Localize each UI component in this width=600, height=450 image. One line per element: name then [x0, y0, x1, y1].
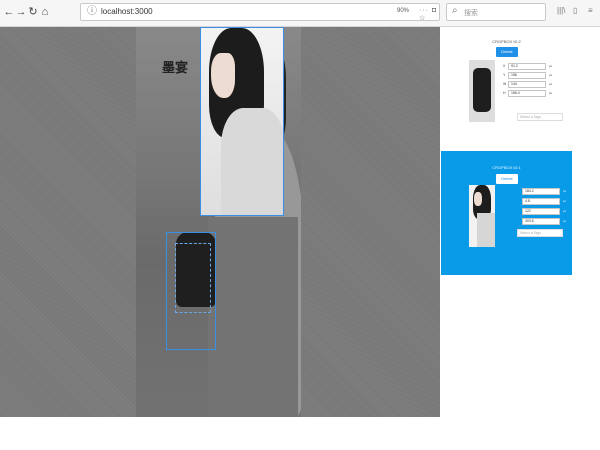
url-bar[interactable]: ⓘ localhost:3000 90% ··· ◘ ☆	[80, 3, 440, 22]
sidebar-icon[interactable]: ▯	[573, 6, 577, 15]
thumb-hoodie	[477, 213, 495, 247]
crop-box-1[interactable]	[200, 27, 284, 216]
page-actions: ··· ◘ ☆	[419, 7, 439, 22]
cropbox-title: CROPBOX ID:2	[492, 39, 521, 44]
search-icon: ⌕	[452, 5, 458, 16]
w-input[interactable]: 144	[508, 81, 546, 88]
crop-box-2[interactable]	[166, 232, 216, 350]
menu-icon[interactable]: ≡	[588, 6, 593, 15]
crop-box-1-preview	[201, 28, 283, 215]
info-icon[interactable]: ⓘ	[87, 6, 97, 18]
thumb-backpack	[473, 68, 491, 112]
x-input[interactable]: 91.2	[508, 63, 546, 70]
home-icon[interactable]: ⌂	[38, 5, 52, 19]
h-input[interactable]: 156.4	[508, 90, 546, 97]
browser-toolbar: ← → ↻ ⌂ ⓘ localhost:3000 90% ··· ◘ ☆ ⌕ 搜…	[0, 0, 600, 27]
cropbox-thumbnail	[469, 60, 495, 122]
bookmark-icon[interactable]: ☆	[419, 15, 426, 22]
photo-logo: 墨宴	[162, 60, 189, 75]
h-input[interactable]: 303.6	[522, 218, 560, 225]
crop-box-2-grid	[175, 243, 211, 313]
y-input[interactable]: 156	[508, 72, 546, 79]
search-placeholder: 搜索	[464, 10, 478, 17]
delete-button[interactable]: Delete	[496, 47, 518, 57]
x-input[interactable]: 184.2	[522, 188, 560, 195]
cropbox-title: CROPBOX ID:1	[492, 165, 521, 170]
image-canvas[interactable]: 墨宴	[0, 27, 440, 417]
more-icon[interactable]: ···	[419, 7, 429, 14]
cropbox-thumbnail	[469, 185, 495, 247]
w-input[interactable]: 122	[522, 208, 560, 215]
cropbox-card-2: CROPBOX ID:2 Delete X 91.2 px Y 156 px W…	[441, 35, 572, 135]
crop-face	[211, 53, 235, 98]
crop-hoodie	[221, 108, 283, 215]
url-text: localhost:3000	[101, 7, 153, 16]
pocket-icon[interactable]: ◘	[432, 7, 437, 14]
cropbox-card-1: CROPBOX ID:1 Delete 184.2 px 4.8 px 122 …	[441, 151, 572, 275]
delete-button[interactable]: Delete	[496, 174, 518, 184]
search-bar[interactable]: ⌕ 搜索	[446, 3, 546, 21]
tags-select[interactable]: Select a Tags	[517, 229, 563, 237]
crop-list-panel: CROPBOX ID:2 Delete X 91.2 px Y 156 px W…	[441, 27, 600, 450]
zoom-level[interactable]: 90%	[397, 8, 409, 14]
tags-select[interactable]: Select a Tags	[517, 113, 563, 121]
library-icon[interactable]: |||\	[557, 6, 565, 15]
thumb-face	[474, 192, 482, 206]
y-input[interactable]: 4.8	[522, 198, 560, 205]
